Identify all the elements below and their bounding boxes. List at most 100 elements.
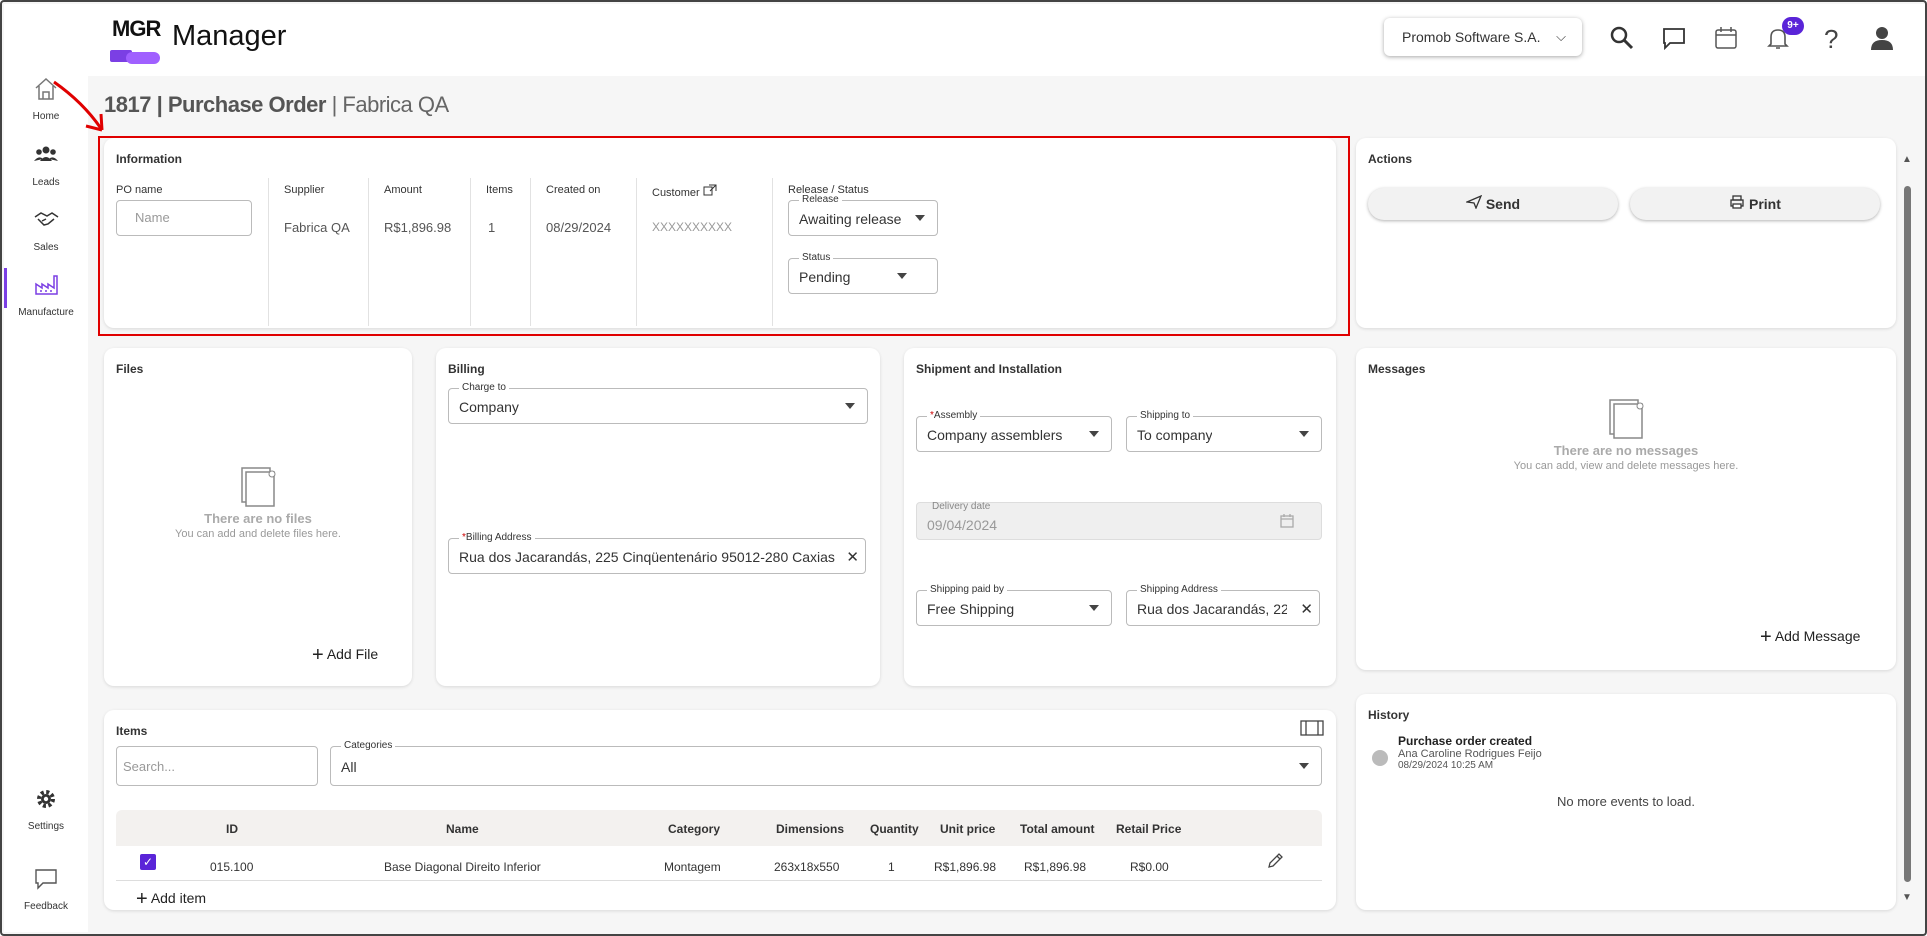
messages-title: Messages	[1368, 362, 1426, 376]
billing-address-label: *Billing Address	[459, 532, 535, 543]
col-total-amount[interactable]: Total amount	[1020, 822, 1094, 836]
history-title: History	[1368, 708, 1410, 722]
charge-to-select[interactable]: Charge to Company	[448, 382, 868, 424]
items-search-placeholder: Search...	[123, 759, 176, 774]
sidebar-item-leads[interactable]: Leads	[4, 142, 88, 188]
sidebar-item-feedback[interactable]: Feedback	[4, 866, 88, 912]
sidebar-item-label: Manufacture	[18, 307, 74, 318]
status-select[interactable]: Status Pending	[788, 252, 938, 294]
shipping-paid-value: Free Shipping	[927, 601, 1015, 617]
shipping-address-select[interactable]: Shipping Address Rua dos Jacarandás, 225…	[1126, 584, 1320, 626]
scrollbar[interactable]: ▲ ▼	[1900, 146, 1914, 906]
add-item-button[interactable]: + Add item	[136, 888, 206, 911]
help-icon[interactable]: ?	[1816, 24, 1844, 52]
history-dot-icon	[1372, 750, 1388, 766]
print-button[interactable]: Print	[1630, 188, 1880, 220]
col-retail-price[interactable]: Retail Price	[1116, 822, 1181, 836]
shipping-address-label: Shipping Address	[1137, 584, 1221, 595]
supplier-value: Fabrica QA	[284, 220, 350, 235]
status-label: Status	[799, 252, 834, 263]
col-name[interactable]: Name	[446, 822, 479, 836]
screen-frame: Home Leads Sales Manufacture Settings Fe…	[0, 0, 1927, 936]
add-message-button[interactable]: + Add Message	[1760, 626, 1860, 649]
po-supplier-title: Fabrica QA	[342, 92, 449, 117]
scroll-up-icon[interactable]: ▲	[1902, 154, 1912, 165]
plus-icon: +	[136, 888, 148, 910]
actions-title: Actions	[1368, 152, 1413, 166]
delivery-date-field: Delivery date 09/04/2024	[916, 501, 1322, 540]
col-quantity[interactable]: Quantity	[870, 822, 919, 836]
shipping-to-value: To company	[1137, 427, 1213, 443]
assembly-select[interactable]: *Assembly Company assemblers	[916, 410, 1112, 452]
files-title: Files	[116, 362, 144, 376]
sidebar-item-settings[interactable]: Settings	[4, 786, 88, 832]
scrollbar-thumb[interactable]	[1904, 186, 1911, 882]
user-icon[interactable]	[1868, 24, 1896, 52]
shipment-card: Shipment and Installation *Assembly Comp…	[904, 348, 1336, 686]
svg-text:?: ?	[1824, 24, 1838, 52]
search-icon[interactable]	[1608, 24, 1636, 52]
factory-icon	[35, 275, 58, 295]
release-select[interactable]: Release Awaiting release	[788, 194, 938, 236]
clear-icon[interactable]: ✕	[846, 548, 859, 566]
sidebar-item-label: Feedback	[24, 901, 68, 912]
cell-dimensions: 263x18x550	[774, 860, 840, 874]
external-link-icon[interactable]	[703, 184, 717, 196]
history-event-time: 08/29/2024 10:25 AM	[1398, 760, 1494, 771]
assembly-label-text: Assembly	[933, 410, 978, 421]
message-icon[interactable]	[1660, 24, 1688, 52]
created-value: 08/29/2024	[546, 220, 612, 235]
add-file-button[interactable]: + Add File	[312, 644, 378, 667]
title-separator: |	[331, 92, 338, 117]
po-name-input[interactable]: Name	[116, 200, 252, 236]
messages-card: Messages There are no messages You can a…	[1356, 348, 1896, 670]
sidebar-item-label: Settings	[27, 821, 65, 832]
cell-total: R$1,896.98	[1024, 860, 1087, 874]
send-button[interactable]: Send	[1368, 188, 1618, 220]
shipping-to-select[interactable]: Shipping to To company	[1126, 410, 1322, 452]
actions-card: Actions Send Print	[1356, 138, 1896, 328]
columns-icon[interactable]	[1300, 720, 1324, 736]
items-search-input[interactable]: Search...	[116, 746, 318, 786]
assembly-value: Company assemblers	[927, 427, 1063, 443]
gear-icon	[37, 790, 55, 808]
amount-value: R$1,896.98	[384, 220, 452, 235]
scroll-down-icon[interactable]: ▼	[1902, 892, 1912, 903]
col-category[interactable]: Category	[668, 822, 720, 836]
items-title: Items	[116, 724, 148, 738]
app-logo[interactable]: MGR	[110, 16, 162, 64]
annotation-arrow-icon	[53, 80, 104, 132]
col-dimensions[interactable]: Dimensions	[776, 822, 844, 836]
dropdown-arrow-icon	[1299, 431, 1309, 437]
company-name: Promob Software S.A.	[1402, 29, 1541, 45]
plus-icon: +	[312, 644, 324, 666]
col-id[interactable]: ID	[226, 822, 238, 836]
categories-select[interactable]: Categories All	[330, 740, 1322, 786]
history-card: History Purchase order created Ana Carol…	[1356, 694, 1896, 910]
sidebar-item-sales[interactable]: Sales	[4, 207, 88, 253]
release-label: Release	[799, 194, 842, 205]
sidebar-item-manufacture[interactable]: Manufacture	[4, 268, 88, 318]
shipment-title: Shipment and Installation	[916, 362, 1063, 376]
history-end-text: No more events to load.	[1556, 794, 1696, 809]
categories-label: Categories	[341, 740, 396, 751]
company-selector[interactable]: Promob Software S.A. ⌵	[1384, 18, 1582, 56]
calendar-icon	[1280, 514, 1294, 528]
shipping-paid-label: Shipping paid by	[927, 584, 1007, 595]
edit-icon[interactable]	[1266, 852, 1284, 870]
handshake-icon	[34, 212, 59, 226]
row-checkbox[interactable]: ✓	[140, 854, 156, 870]
shipping-paid-select[interactable]: Shipping paid by Free Shipping	[916, 584, 1112, 626]
top-bar: MGR Manager Promob Software S.A. ⌵ 9+ ?	[88, 4, 1925, 76]
sidebar-item-label: Sales	[33, 242, 59, 253]
title-separator: |	[156, 92, 163, 117]
col-unit-price[interactable]: Unit price	[940, 822, 995, 836]
calendar-icon[interactable]	[1712, 24, 1740, 52]
send-label: Send	[1485, 196, 1521, 212]
shipping-to-label: Shipping to	[1137, 410, 1194, 421]
billing-address-label-text: Billing Address	[465, 532, 532, 543]
billing-address-select[interactable]: *Billing Address Rua dos Jacarandás, 225…	[448, 532, 866, 574]
amount-label: Amount	[384, 184, 422, 196]
clear-icon[interactable]: ✕	[1300, 600, 1313, 618]
cell-name: Base Diagonal Direito Inferior	[384, 860, 541, 874]
